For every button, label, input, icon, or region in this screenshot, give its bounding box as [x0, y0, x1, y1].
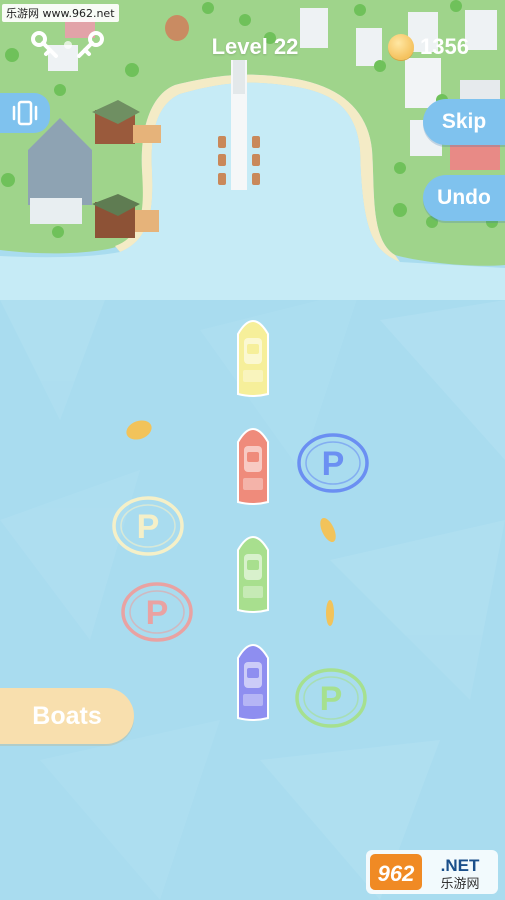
keys-counter [30, 30, 112, 60]
coin-counter: 1356 [388, 34, 469, 60]
vibration-toggle-button[interactable] [0, 93, 50, 133]
level-label: Level 22 [211, 34, 299, 59]
watermark-top: 乐游网 www.962.net [2, 4, 119, 22]
parking-spot-label: P [137, 508, 160, 546]
parking-spot-label: P [320, 680, 343, 718]
vibrate-icon [12, 100, 38, 126]
undo-button[interactable]: Undo [423, 175, 505, 221]
boat[interactable] [237, 536, 269, 613]
watermark-brand: 962 [378, 861, 415, 886]
coin-count: 1356 [420, 34, 469, 59]
coin-icon [326, 600, 334, 626]
skip-button[interactable]: Skip [423, 99, 505, 145]
parking-spot-label: P [322, 445, 345, 483]
watermark-chinese: 乐游网 [440, 877, 479, 892]
watermark-tld: .NET [441, 856, 480, 875]
boats-button[interactable]: Boats [0, 688, 134, 744]
coin-icon [388, 34, 414, 60]
key-icon [31, 31, 104, 58]
boat[interactable] [237, 428, 269, 505]
parking-spot-label: P [146, 594, 169, 632]
watermark-logo: 962 .NET 乐游网 [366, 850, 498, 894]
boat[interactable] [237, 644, 269, 721]
boat[interactable] [237, 320, 269, 397]
